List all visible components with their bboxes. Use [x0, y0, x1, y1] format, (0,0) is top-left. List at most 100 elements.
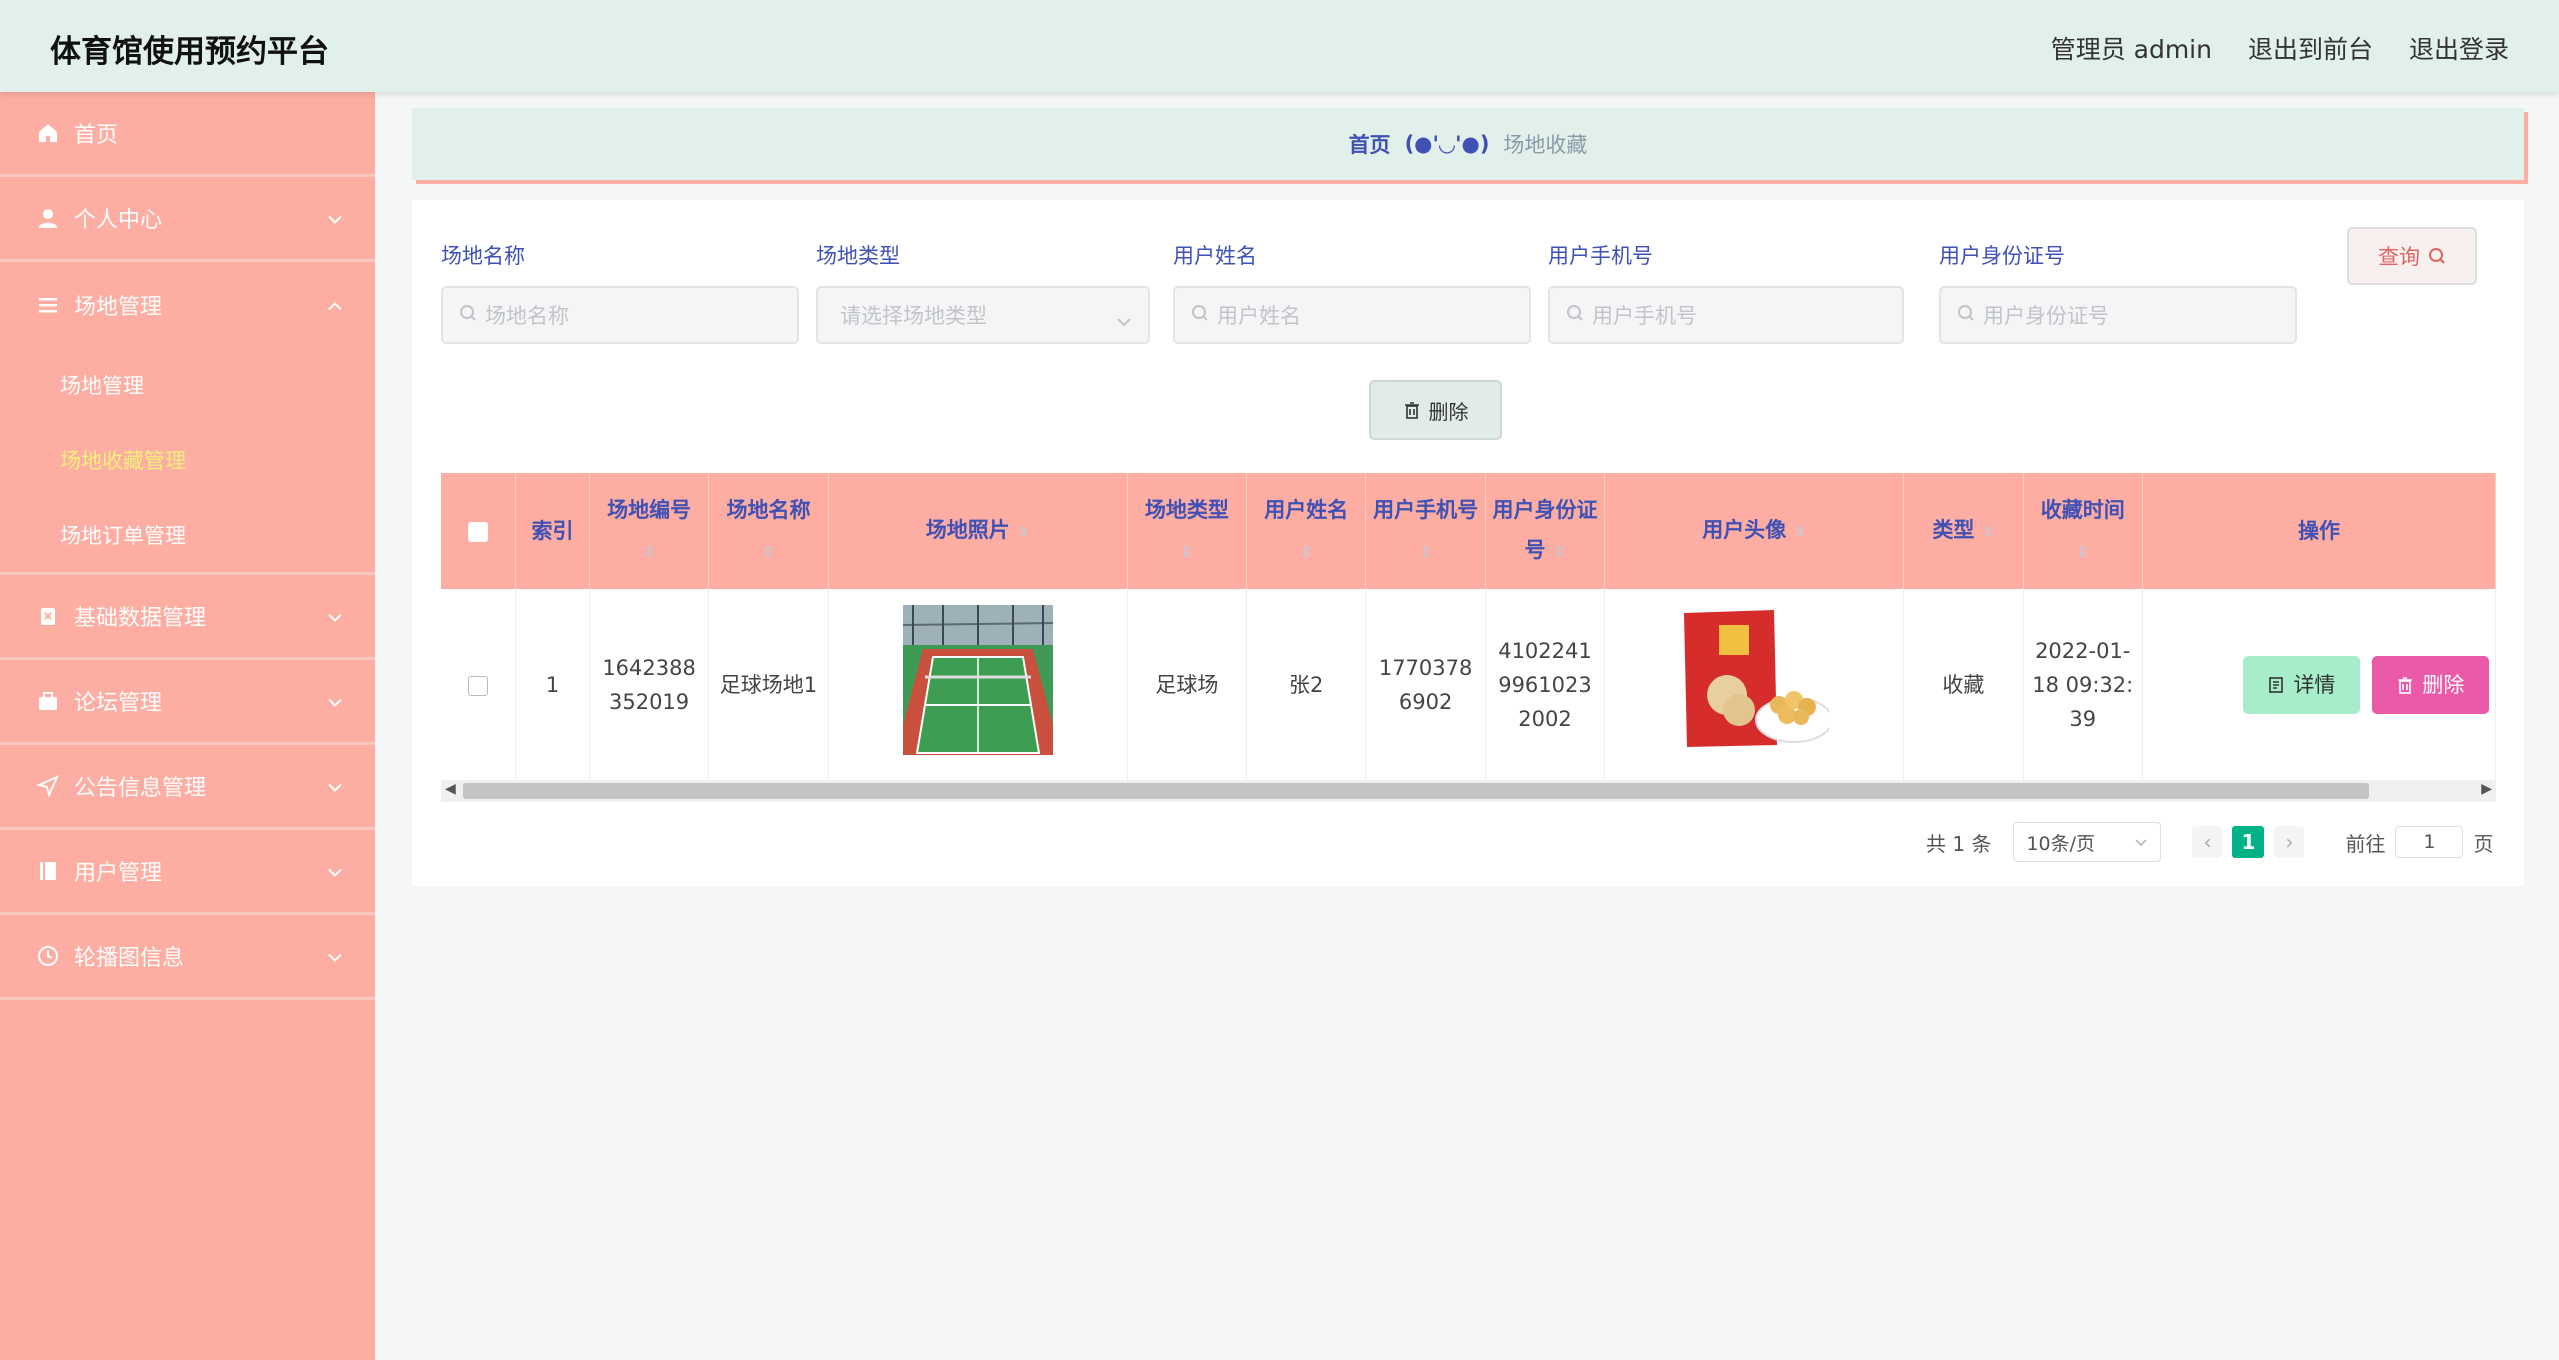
venue-type-select[interactable]: 请选择场地类型: [816, 286, 1150, 344]
admin-user-label: 管理员 admin: [2050, 35, 2212, 64]
sidebar-item-label: 公告信息管理: [74, 776, 207, 801]
page-suffix: 页: [2473, 831, 2494, 856]
col-venue-type-label: 场地类型: [1144, 498, 1229, 522]
col-fav-time[interactable]: 收藏时间 ⇕: [2023, 473, 2143, 589]
breadcrumb-home[interactable]: 首页: [1349, 129, 1391, 159]
select-all-cell: [441, 473, 517, 589]
sort-icon: ⇕: [1793, 523, 1807, 541]
detail-label: 详情: [2293, 673, 2336, 697]
scrollbar-thumb[interactable]: [463, 783, 2369, 799]
next-page-button[interactable]: ›: [2274, 826, 2305, 858]
sidebar-subitem-venue-favorites[interactable]: 场地收藏管理: [0, 422, 375, 497]
trash-icon: [2396, 676, 2414, 694]
search-icon: [459, 303, 477, 327]
sidebar-item-forum[interactable]: 论坛管理: [0, 660, 375, 745]
col-user-id[interactable]: 用户身份证号 ⇕: [1485, 473, 1606, 589]
scroll-right-arrow-icon[interactable]: ▶: [2481, 781, 2492, 797]
user-icon: [36, 206, 60, 230]
cell-index: 1: [515, 589, 590, 782]
user-id-placeholder: 用户身份证号: [1983, 304, 2109, 328]
sidebar-item-personal-center[interactable]: 个人中心: [0, 177, 375, 262]
favorites-table: 索引 场地编号 ⇕ 场地名称 ⇕ 场地照片 ⇕ 场地类型 ⇕ 用户姓名 ⇕ 用户手机号 …: [441, 473, 2496, 805]
horizontal-scrollbar[interactable]: ◀ ▶: [441, 780, 2496, 802]
venue-management-group: 场地管理 场地管理 场地收藏管理 场地订单管理: [0, 262, 375, 575]
notebook-icon: [36, 859, 60, 883]
page-number-button[interactable]: 1: [2232, 826, 2265, 858]
batch-delete-button[interactable]: 删除: [1369, 380, 1502, 440]
col-avatar-label: 用户头像: [1702, 518, 1787, 542]
page-size-select[interactable]: 10条/页: [2013, 822, 2162, 862]
cell-user-phone: 17703786902: [1365, 589, 1486, 782]
venue-name-input[interactable]: 场地名称: [441, 286, 799, 344]
col-type-label: 类型: [1932, 518, 1975, 542]
col-actions: 操作: [2142, 473, 2496, 589]
chevron-down-icon: [327, 604, 343, 629]
col-type[interactable]: 类型 ⇕: [1903, 473, 2024, 589]
col-venue-type[interactable]: 场地类型 ⇕: [1127, 473, 1248, 589]
cell-venue-no: 1642388352019: [589, 589, 710, 782]
venue-photo-image[interactable]: [902, 605, 1053, 755]
col-venue-no[interactable]: 场地编号 ⇕: [589, 473, 710, 589]
search-icon: [1191, 303, 1209, 327]
cell-venue-photo: [828, 589, 1128, 782]
sidebar-item-home[interactable]: 首页: [0, 92, 375, 177]
user-id-input[interactable]: 用户身份证号: [1939, 286, 2297, 344]
cell-fav-time: 2022-01-18 09:32:39: [2023, 589, 2143, 782]
chevron-up-icon: [327, 292, 343, 317]
user-avatar-image[interactable]: [1679, 605, 1834, 755]
query-button[interactable]: 查询: [2347, 227, 2477, 285]
sidebar-subitem-venue-management[interactable]: 场地管理: [0, 347, 375, 422]
select-all-checkbox[interactable]: [468, 522, 489, 542]
clock-icon: [36, 944, 60, 968]
sort-icon: ⇕: [1419, 543, 1432, 561]
sidebar-item-announcements[interactable]: 公告信息管理: [0, 745, 375, 830]
row-delete-button[interactable]: 删除: [2371, 656, 2489, 714]
chevron-down-icon: [327, 859, 343, 884]
scroll-left-arrow-icon[interactable]: ◀: [445, 781, 456, 797]
col-user-phone[interactable]: 用户手机号 ⇕: [1365, 473, 1486, 589]
col-venue-name[interactable]: 场地名称 ⇕: [708, 473, 829, 589]
sidebar-item-basic-data[interactable]: 基础数据管理: [0, 575, 375, 660]
venue-name-label: 场地名称: [441, 244, 525, 268]
document-icon: [2267, 676, 2285, 694]
page-size-value: 10条/页: [2026, 832, 2096, 855]
chevron-down-icon: [1116, 308, 1132, 332]
exit-to-front-link[interactable]: 退出到前台: [2248, 30, 2373, 66]
user-name-placeholder: 用户姓名: [1217, 304, 1301, 328]
sidebar-item-carousel[interactable]: 轮播图信息: [0, 915, 375, 1000]
sidebar-item-venue-management[interactable]: 场地管理: [0, 262, 375, 347]
sidebar-subitem-venue-orders[interactable]: 场地订单管理: [0, 497, 375, 572]
prev-page-button[interactable]: ‹: [2192, 826, 2223, 858]
sort-icon: ⇕: [1180, 543, 1194, 561]
home-icon: [36, 121, 60, 145]
chevron-down-icon: [327, 689, 343, 714]
venue-type-label: 场地类型: [816, 244, 900, 268]
col-fav-time-label: 收藏时间: [2040, 498, 2125, 522]
main-panel: 场地名称 场地名称 场地类型 请选择场地类型 用户姓名 用户姓名 用户手机号 用…: [412, 200, 2524, 886]
sort-icon: ⇕: [2076, 543, 2090, 561]
cell-user-id: 410224199610232002: [1485, 589, 1606, 782]
breadcrumb-current: 场地收藏: [1503, 133, 1588, 157]
cell-avatar: [1604, 589, 1905, 782]
col-venue-photo[interactable]: 场地照片 ⇕: [828, 473, 1128, 589]
goto-page-input[interactable]: [2395, 826, 2464, 858]
sidebar-item-label: 首页: [74, 123, 119, 148]
col-index: 索引: [515, 473, 590, 589]
row-checkbox[interactable]: [468, 676, 489, 696]
table-row: 1 1642388352019 足球场地1 足球场 张2 17703786902…: [441, 589, 2496, 782]
user-name-input[interactable]: 用户姓名: [1173, 286, 1531, 344]
breadcrumb-separator: (●'◡'●): [1404, 132, 1490, 156]
col-user-name[interactable]: 用户姓名 ⇕: [1246, 473, 1367, 589]
list-icon: [36, 293, 60, 317]
col-avatar[interactable]: 用户头像 ⇕: [1604, 473, 1905, 589]
user-phone-input[interactable]: 用户手机号: [1548, 286, 1904, 344]
detail-button[interactable]: 详情: [2242, 656, 2360, 714]
venue-name-placeholder: 场地名称: [485, 304, 569, 328]
pagination-total: 共 1 条: [1926, 831, 1992, 856]
sidebar-item-label: 轮播图信息: [74, 946, 185, 971]
sidebar-item-users[interactable]: 用户管理: [0, 830, 375, 915]
chevron-down-icon: [327, 944, 343, 969]
sort-icon: ⇕: [1017, 523, 1030, 541]
logout-link[interactable]: 退出登录: [2409, 30, 2509, 66]
search-icon: [2428, 247, 2446, 265]
